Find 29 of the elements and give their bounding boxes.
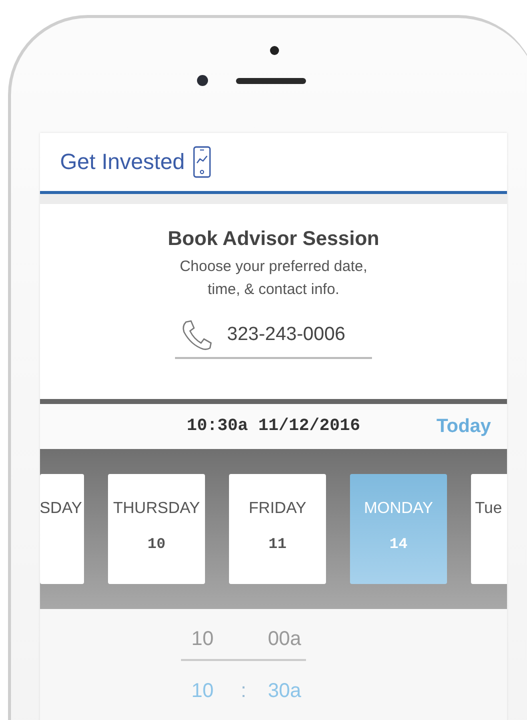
day-card[interactable]: SDAY bbox=[40, 474, 84, 584]
minute-value[interactable]: 00a bbox=[260, 628, 310, 650]
day-card[interactable]: Tue bbox=[471, 474, 507, 584]
weekday-label: Tue bbox=[475, 500, 502, 518]
weekday-label: FRIDAY bbox=[248, 500, 306, 518]
day-number: 14 bbox=[389, 536, 408, 553]
time-separator: : bbox=[240, 680, 246, 702]
speaker-grille bbox=[236, 78, 306, 84]
booking-subtitle: Choose your preferred date, time, & contact info. bbox=[180, 257, 368, 300]
today-link[interactable]: Today bbox=[436, 416, 491, 438]
phone-number: 323-243-0006 bbox=[227, 324, 346, 346]
day-card[interactable]: THURSDAY 10 bbox=[108, 474, 205, 584]
day-card[interactable]: FRIDAY 11 bbox=[229, 474, 326, 584]
day-card[interactable]: MONDAY 14 bbox=[350, 474, 447, 584]
camera-icon bbox=[197, 75, 208, 86]
weekday-label: MONDAY bbox=[364, 500, 434, 518]
phone-chart-icon bbox=[192, 146, 211, 178]
booking-title: Book Advisor Session bbox=[168, 228, 380, 251]
day-number: 11 bbox=[268, 536, 286, 553]
selected-datetime: 10:30a 11/12/2016 bbox=[186, 417, 360, 436]
day-number: 10 bbox=[147, 536, 166, 553]
minute-value[interactable]: 30a bbox=[260, 680, 310, 702]
hour-value[interactable]: 10 bbox=[178, 680, 228, 702]
weekday-label: THURSDAY bbox=[113, 500, 200, 518]
app-title: Get Invested bbox=[60, 149, 185, 175]
sensor-dot bbox=[270, 46, 279, 55]
hour-value[interactable]: 10 bbox=[178, 628, 228, 650]
phone-field[interactable]: 323-243-0006 bbox=[175, 319, 372, 359]
weekday-label: SDAY bbox=[40, 500, 82, 518]
